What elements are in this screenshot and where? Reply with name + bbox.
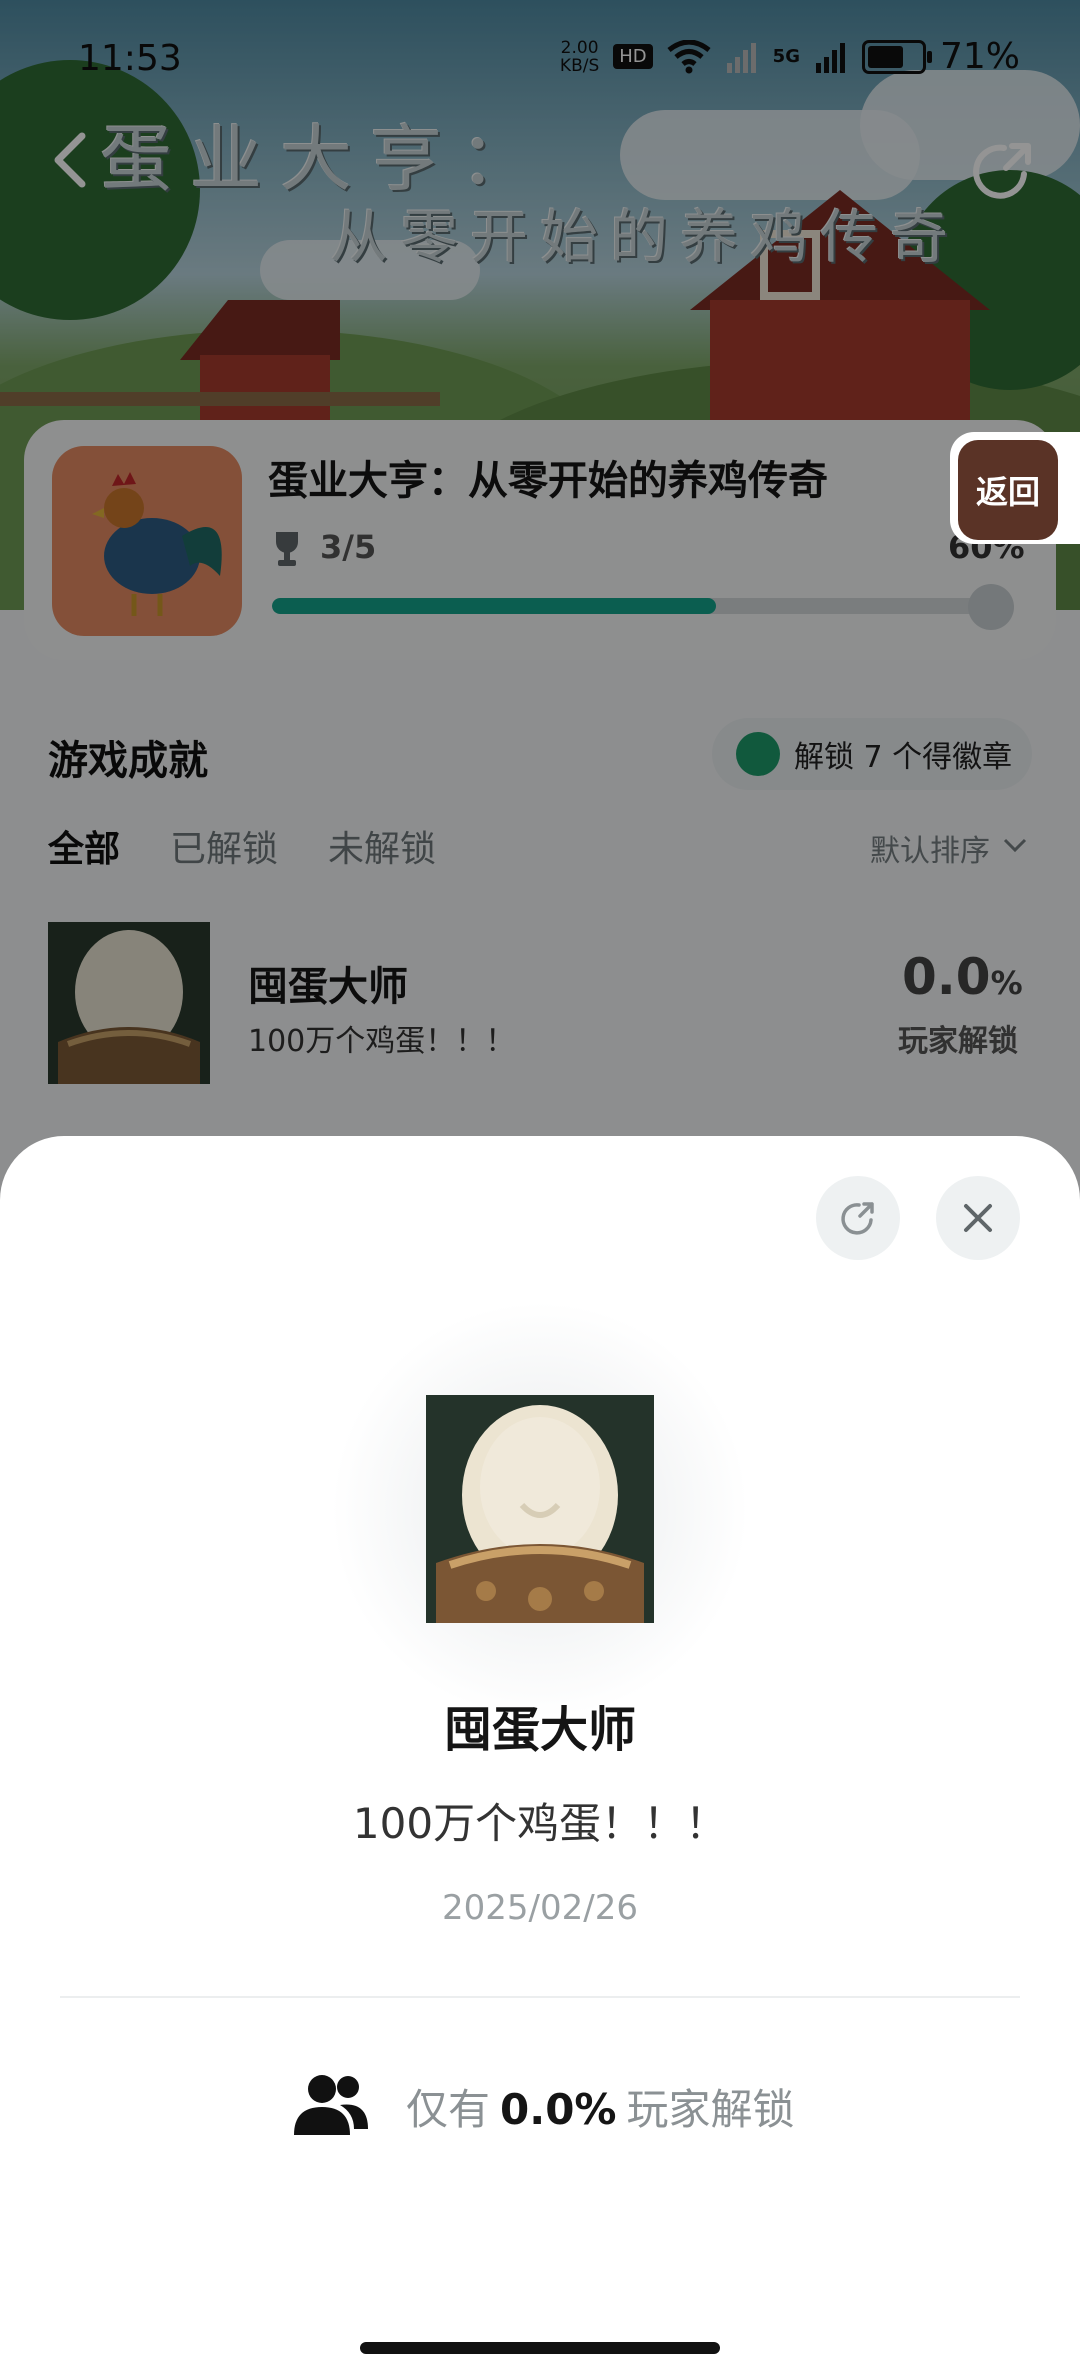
stat-value: 0.0%: [500, 2084, 617, 2134]
sheet-achievement-date: 2025/02/26: [442, 1888, 638, 1928]
egg-image: [426, 1395, 654, 1623]
sheet-achievement-title: 囤蛋大师: [443, 1702, 636, 1758]
stat-prefix: 仅有: [406, 2084, 491, 2134]
achievement-image: [426, 1395, 654, 1623]
divider: [60, 1996, 1020, 1998]
users-icon: [294, 2075, 368, 2135]
unlock-stat-row: 仅有 0.0% 玩家解锁: [292, 2066, 795, 2146]
sheet-share-button[interactable]: [816, 1176, 900, 1260]
share-icon: [841, 1202, 874, 1235]
sheet-achievement-description: 100万个鸡蛋！！！: [352, 1799, 728, 1848]
unlock-stat-text: 仅有 0.0% 玩家解锁: [406, 2076, 795, 2137]
stat-suffix: 玩家解锁: [626, 2084, 795, 2134]
close-icon: [964, 1204, 992, 1232]
floating-back-button[interactable]: 返回: [958, 440, 1058, 540]
home-indicator[interactable]: [360, 2342, 720, 2354]
close-button[interactable]: [936, 1176, 1020, 1260]
